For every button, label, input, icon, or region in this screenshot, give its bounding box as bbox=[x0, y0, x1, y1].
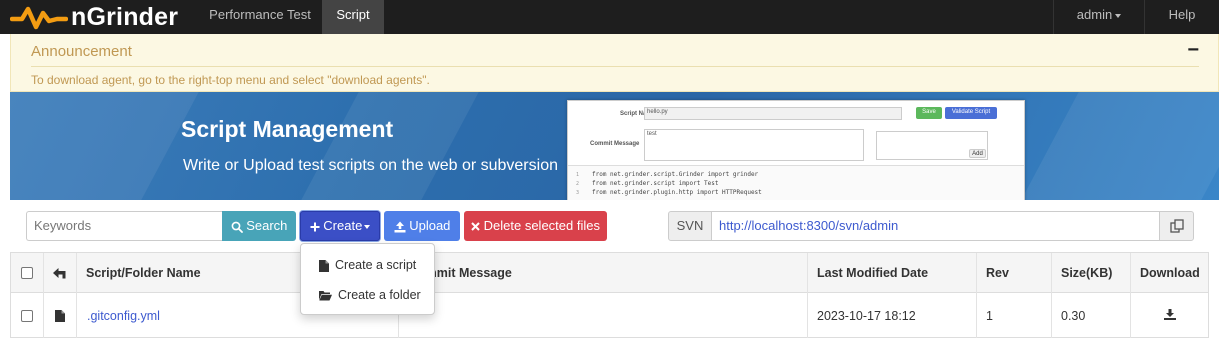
chevron-down-icon bbox=[364, 224, 371, 229]
top-navbar: nGrinder Performance Test Script admin H… bbox=[0, 0, 1219, 34]
preview-commit-field: test bbox=[644, 129, 864, 161]
script-management-banner: Script Management Write or Upload test s… bbox=[10, 92, 1219, 200]
search-icon bbox=[231, 221, 243, 233]
delete-selected-button[interactable]: Delete selected files bbox=[464, 211, 607, 241]
delete-button-label: Delete selected files bbox=[483, 218, 600, 233]
folder-open-icon bbox=[319, 291, 332, 301]
preview-code-line: from net.grinder.script.Grinder import g… bbox=[592, 171, 759, 178]
create-dropdown-menu: Create a script Create a folder bbox=[300, 243, 435, 315]
preview-line-number: 3 bbox=[576, 190, 580, 196]
preview-code-editor: 1 from net.grinder.script.Grinder import… bbox=[568, 165, 1024, 200]
script-toolbar: Keywords Search Create Upload Delete sel… bbox=[10, 200, 1219, 252]
file-icon bbox=[319, 259, 329, 272]
column-header-rev[interactable]: Rev bbox=[986, 253, 1009, 293]
search-button-label: Search bbox=[246, 218, 288, 233]
preview-code-line: from net.grinder.plugin.http import HTTP… bbox=[592, 189, 762, 196]
create-button[interactable]: Create bbox=[300, 211, 380, 241]
revision-cell: 1 bbox=[986, 309, 993, 323]
column-header-download: Download bbox=[1140, 266, 1200, 280]
search-button[interactable]: Search bbox=[222, 211, 296, 241]
upload-button-label: Upload bbox=[409, 218, 451, 233]
remove-icon bbox=[471, 222, 480, 231]
ngrinder-logo-icon bbox=[10, 6, 68, 30]
preview-code-line: from net.grinder.script import Test bbox=[592, 180, 719, 187]
banner-decoration bbox=[10, 92, 199, 200]
table-header: Script/Folder Name Commit Message Last M… bbox=[11, 253, 1208, 293]
svn-label: SVN bbox=[668, 211, 712, 241]
plus-icon bbox=[310, 222, 320, 232]
banner-decoration bbox=[1021, 92, 1219, 200]
file-icon bbox=[55, 310, 65, 322]
user-menu-label: admin bbox=[1076, 7, 1113, 22]
announcement-panel: Announcement − To download agent, go to … bbox=[10, 34, 1219, 92]
select-all-checkbox[interactable] bbox=[21, 267, 33, 279]
editor-preview-image: Script Name hello.py Save Validate Scrip… bbox=[567, 100, 1025, 200]
menu-item-create-folder[interactable]: Create a folder bbox=[301, 281, 434, 309]
table-row: .gitconfig.yml 2023-10-17 18:12 1 0.30 bbox=[11, 294, 1208, 338]
column-header-name[interactable]: Script/Folder Name bbox=[86, 253, 201, 293]
preview-save-button: Save bbox=[916, 107, 942, 119]
banner-decoration bbox=[301, 92, 479, 200]
svn-url-field[interactable]: http://localhost:8300/svn/admin bbox=[711, 211, 1160, 241]
brand-name: nGrinder bbox=[71, 2, 179, 31]
download-icon[interactable] bbox=[1164, 309, 1176, 320]
script-table: Script/Folder Name Commit Message Last M… bbox=[10, 252, 1209, 338]
preview-line-number: 1 bbox=[576, 172, 580, 178]
search-input[interactable]: Keywords bbox=[26, 211, 223, 241]
collapse-icon[interactable]: − bbox=[1187, 39, 1199, 62]
copy-url-button[interactable] bbox=[1159, 211, 1194, 241]
preview-validate-button: Validate Script bbox=[945, 107, 997, 119]
menu-item-label: Create a script bbox=[335, 258, 417, 272]
preview-script-name-field: hello.py bbox=[644, 107, 902, 120]
modified-date-cell: 2023-10-17 18:12 bbox=[817, 309, 916, 323]
announcement-divider bbox=[31, 66, 1199, 67]
preview-line-number: 2 bbox=[576, 181, 580, 187]
create-button-label: Create bbox=[323, 218, 363, 233]
chevron-down-icon bbox=[1115, 13, 1122, 18]
upload-icon bbox=[394, 221, 406, 233]
row-checkbox[interactable] bbox=[21, 310, 33, 322]
preview-add-button: Add bbox=[969, 149, 986, 158]
copy-icon bbox=[1170, 219, 1184, 233]
column-header-size[interactable]: Size(KB) bbox=[1061, 253, 1112, 293]
brand-logo[interactable]: nGrinder bbox=[10, 2, 178, 32]
banner-title: Script Management bbox=[181, 116, 394, 142]
announcement-message: To download agent, go to the right-top m… bbox=[31, 73, 430, 87]
banner-subtitle: Write or Upload test scripts on the web … bbox=[183, 157, 558, 174]
menu-item-create-script[interactable]: Create a script bbox=[301, 251, 434, 279]
size-cell: 0.30 bbox=[1061, 309, 1086, 323]
tab-script[interactable]: Script bbox=[322, 0, 384, 34]
upload-button[interactable]: Upload bbox=[384, 211, 460, 241]
column-header-modified[interactable]: Last Modified Date bbox=[817, 253, 928, 293]
tab-performance-test[interactable]: Performance Test bbox=[198, 0, 322, 34]
file-name-link[interactable]: .gitconfig.yml bbox=[87, 294, 160, 338]
help-link[interactable]: Help bbox=[1145, 0, 1219, 34]
menu-item-label: Create a folder bbox=[338, 288, 421, 302]
user-menu[interactable]: admin bbox=[1054, 0, 1144, 34]
preview-commit-label: Commit Message bbox=[590, 141, 640, 147]
announcement-title: Announcement bbox=[31, 43, 132, 60]
reply-icon[interactable] bbox=[53, 268, 66, 279]
